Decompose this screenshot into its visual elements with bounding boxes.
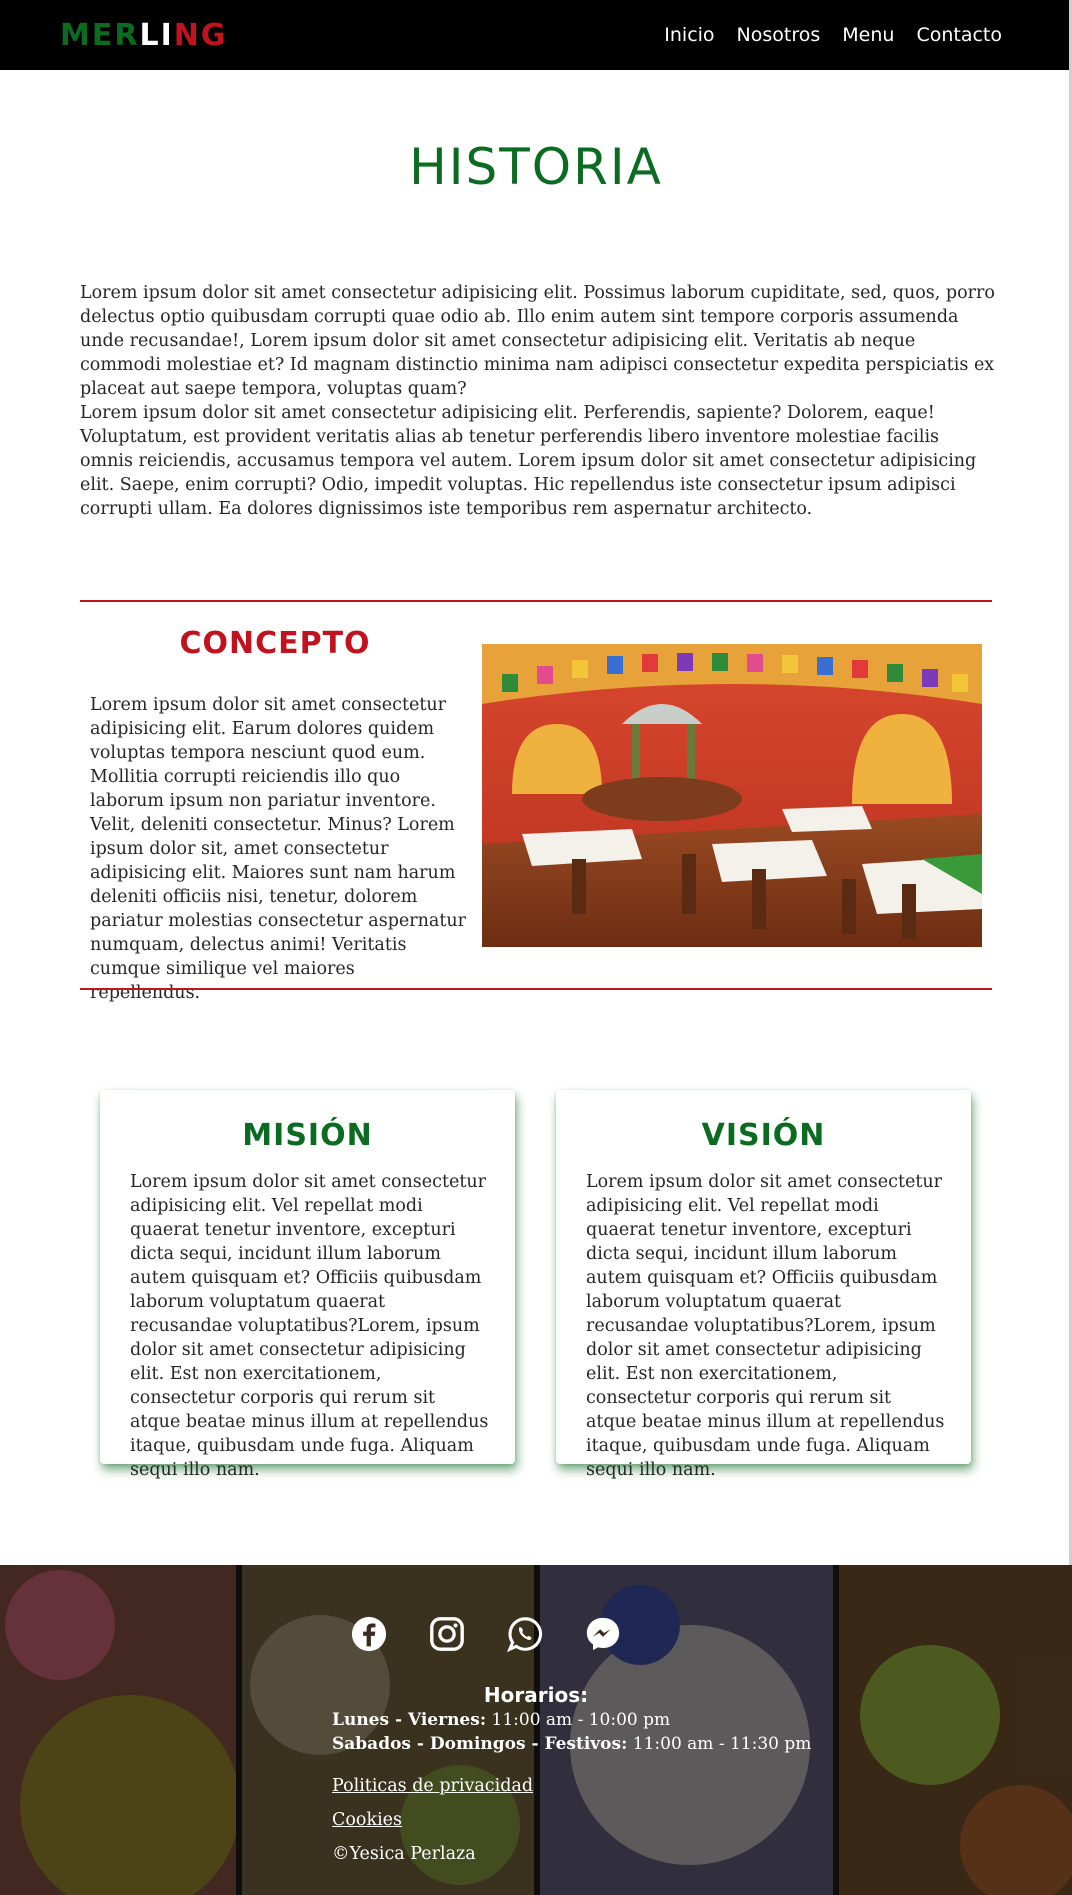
horario-weekday: Lunes - Viernes: 11:00 am - 10:00 pm bbox=[332, 1710, 670, 1730]
horario-weekday-hours: 11:00 am - 10:00 pm bbox=[491, 1710, 671, 1730]
logo-letter: E bbox=[91, 17, 115, 53]
logo-letter: G bbox=[200, 17, 228, 53]
logo-letter: N bbox=[173, 17, 201, 53]
vision-text: Lorem ipsum dolor sit amet consectetur a… bbox=[586, 1172, 945, 1480]
social-links bbox=[350, 1615, 622, 1653]
logo-letter: I bbox=[160, 17, 174, 53]
horario-weekend-label: Sabados - Domingos - Festivos: bbox=[332, 1734, 628, 1754]
mision-title: MISIÓN bbox=[242, 1118, 373, 1153]
vision-title: VISIÓN bbox=[701, 1118, 826, 1153]
nav-inicio[interactable]: Inicio bbox=[664, 24, 714, 46]
logo-letter: L bbox=[139, 17, 161, 53]
historia-paragraph: Lorem ipsum dolor sit amet consectetur a… bbox=[80, 283, 995, 399]
site-header: MERLING Inicio Nosotros Menu Contacto bbox=[0, 0, 1072, 70]
concepto-title: CONCEPTO bbox=[179, 626, 371, 661]
copyright: ©Yesica Perlaza bbox=[332, 1844, 476, 1864]
privacy-link[interactable]: Politicas de privacidad bbox=[332, 1776, 533, 1796]
logo-letter: R bbox=[114, 17, 140, 53]
nav-menu[interactable]: Menu bbox=[842, 24, 894, 46]
concepto-text: Lorem ipsum dolor sit amet consectetur a… bbox=[90, 695, 467, 1003]
instagram-icon[interactable] bbox=[428, 1615, 466, 1653]
horario-weekend-hours: 11:00 am - 11:30 pm bbox=[632, 1734, 812, 1754]
logo-letter: M bbox=[60, 17, 92, 53]
divider bbox=[80, 988, 992, 990]
historia-paragraph: Lorem ipsum dolor sit amet consectetur a… bbox=[80, 403, 977, 519]
messenger-icon[interactable] bbox=[584, 1615, 622, 1653]
nav-contacto[interactable]: Contacto bbox=[916, 24, 1002, 46]
whatsapp-icon[interactable] bbox=[506, 1615, 544, 1653]
restaurant-image bbox=[482, 644, 982, 947]
site-footer: Horarios: Lunes - Viernes: 11:00 am - 10… bbox=[0, 1565, 1072, 1895]
vision-card: VISIÓN Lorem ipsum dolor sit amet consec… bbox=[556, 1090, 971, 1480]
cookies-link[interactable]: Cookies bbox=[332, 1810, 402, 1830]
divider bbox=[80, 600, 992, 602]
facebook-icon[interactable] bbox=[350, 1615, 388, 1653]
nav-nosotros[interactable]: Nosotros bbox=[737, 24, 821, 46]
mision-card: MISIÓN Lorem ipsum dolor sit amet consec… bbox=[100, 1090, 515, 1480]
main-nav: Inicio Nosotros Menu Contacto bbox=[664, 24, 1002, 46]
mision-text: Lorem ipsum dolor sit amet consectetur a… bbox=[130, 1172, 489, 1480]
horario-weekday-label: Lunes - Viernes: bbox=[332, 1710, 487, 1730]
horarios-title: Horarios: bbox=[483, 1683, 589, 1707]
historia-title: HISTORIA bbox=[409, 138, 663, 196]
logo[interactable]: MERLING bbox=[60, 18, 228, 53]
horario-weekend: Sabados - Domingos - Festivos: 11:00 am … bbox=[332, 1734, 811, 1754]
